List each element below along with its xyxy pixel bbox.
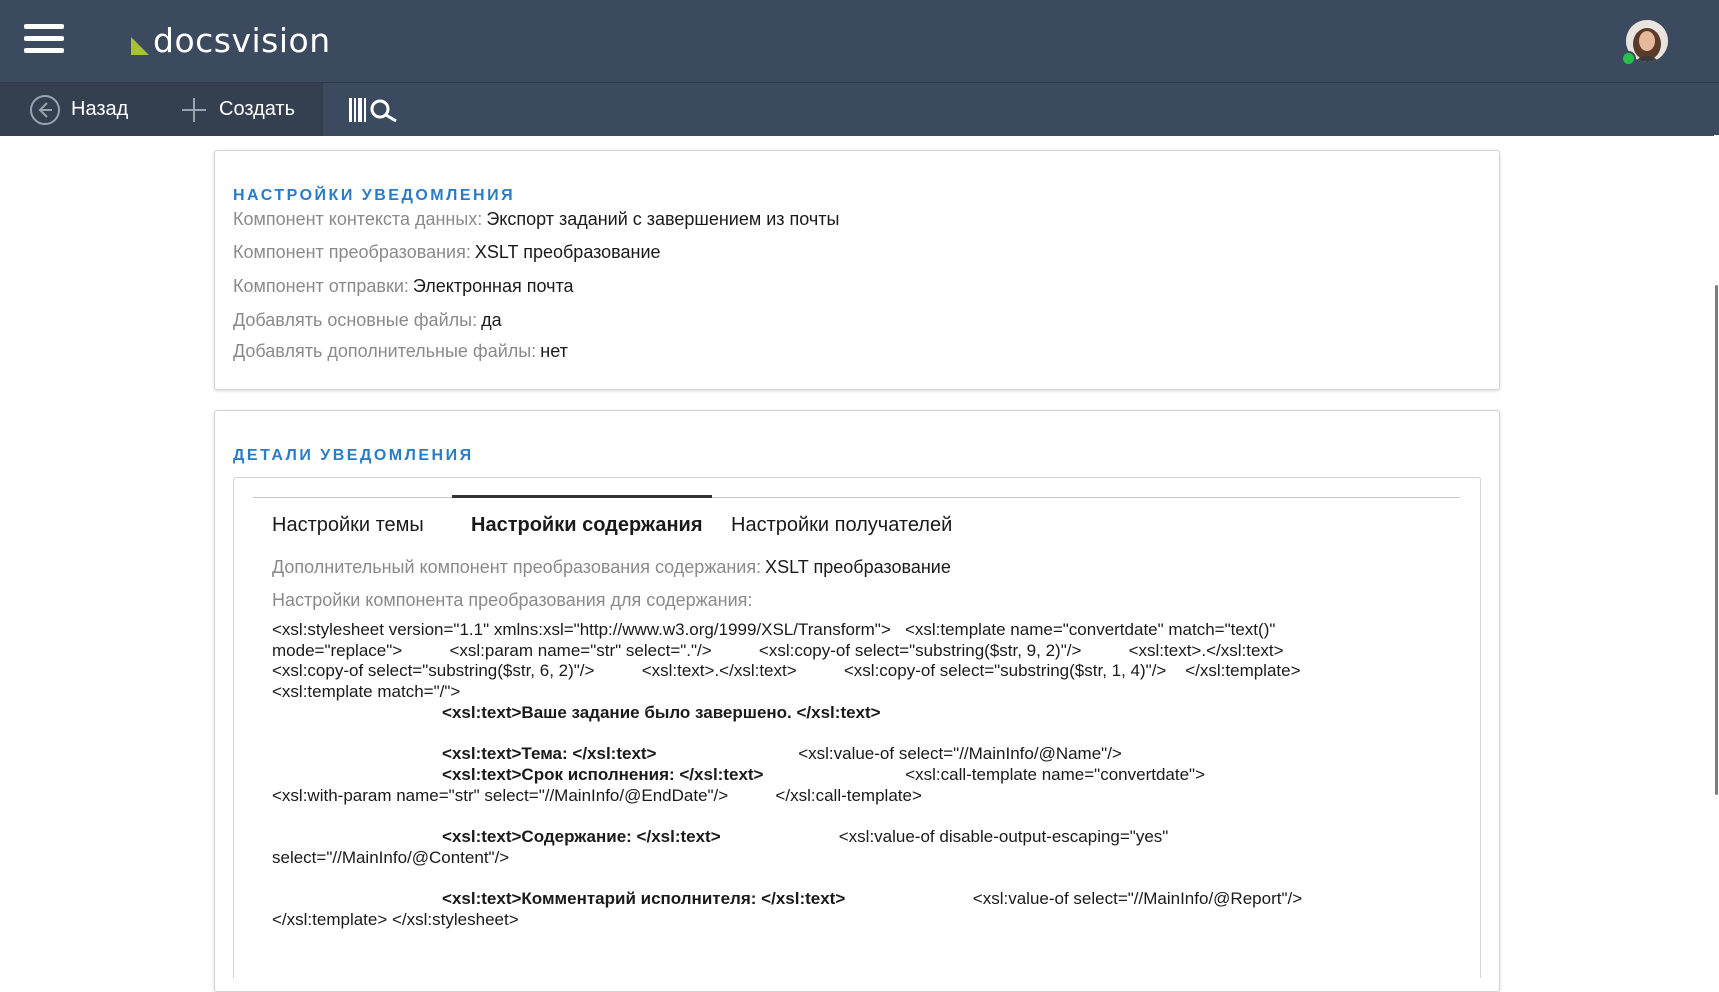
xsl-line: <xsl:stylesheet version="1.1" xmlns:xsl=…: [272, 619, 1422, 640]
field-value: Электронная почта: [412, 276, 574, 296]
xsl-text: </xsl:template> </xsl:stylesheet>: [272, 909, 519, 929]
create-button-label: Создать: [219, 98, 296, 120]
logo-text: docsvision: [153, 20, 331, 60]
xsl-text: <xsl:value-of select="//MainInfo/@Name"/…: [656, 744, 1122, 764]
field-label: Компонент отправки:: [233, 276, 409, 296]
xsl-text-bold: <xsl:text>Срок исполнения: </xsl:text>: [442, 764, 764, 784]
field-label: Дополнительный компонент преобразования …: [272, 557, 762, 577]
app-logo[interactable]: docsvision: [131, 18, 331, 62]
xsl-line: </xsl:template> </xsl:stylesheet>: [272, 909, 1422, 930]
xsl-line: mode="replace"> <xsl:param name="str" se…: [272, 640, 1422, 661]
tab-subject-settings[interactable]: Настройки темы: [272, 514, 424, 537]
xsl-line: select="//MainInfo/@Content"/>: [272, 847, 1422, 868]
xsl-line: <xsl:copy-of select="substring($str, 6, …: [272, 660, 1422, 681]
field-label: Добавлять дополнительные файлы:: [233, 341, 537, 361]
field-value: нет: [540, 341, 568, 361]
xsl-template-text: <xsl:stylesheet version="1.1" xmlns:xsl=…: [272, 619, 1422, 929]
xsl-text-bold: <xsl:text>Тема: </xsl:text>: [442, 744, 657, 764]
scrollbar-thumb[interactable]: [1715, 285, 1718, 795]
xsl-line: <xsl:text>Ваше задание было завершено. <…: [272, 702, 1422, 723]
xsl-line: <xsl:template match="/">: [272, 681, 1422, 702]
active-tab-indicator: [452, 495, 712, 498]
xsl-line: <xsl:text>Комментарий исполнителя: </xsl…: [272, 888, 1422, 909]
field-label: Компонент преобразования:: [233, 242, 471, 262]
xsl-text: <xsl:template match="/">: [272, 682, 461, 702]
xsl-text: select="//MainInfo/@Content"/>: [272, 847, 510, 867]
xsl-line: [272, 867, 1422, 888]
xsl-text-bold: <xsl:text>Ваше задание было завершено. <…: [442, 702, 881, 722]
xsl-text: <xsl:value-of select="//MainInfo/@Report…: [845, 888, 1303, 908]
barcode-search-button[interactable]: [348, 83, 410, 136]
field-extra-transform-component: Дополнительный компонент преобразования …: [272, 557, 951, 578]
create-button[interactable]: Создать: [179, 83, 295, 136]
field-label: Компонент контекста данных:: [233, 209, 483, 229]
back-button-label: Назад: [71, 98, 129, 120]
xsl-line: <xsl:with-param name="str" select="//Mai…: [272, 785, 1422, 806]
xsl-text: <xsl:value-of disable-output-escaping="y…: [720, 826, 1169, 846]
field-data-context: Компонент контекста данных: Экспорт задан…: [233, 209, 839, 230]
tab-content-settings[interactable]: Настройки содержания: [471, 514, 703, 537]
xsl-line: <xsl:text>Тема: </xsl:text> <xsl:value-o…: [272, 743, 1422, 764]
field-main-files: Добавлять основные файлы: да: [233, 310, 502, 331]
field-value: XSLT преобразование: [474, 242, 661, 262]
back-button[interactable]: Назад: [29, 83, 128, 136]
xsl-line: [272, 722, 1422, 743]
notification-settings-title: НАСТРОЙКИ УВЕДОМЛЕНИЯ: [233, 187, 516, 204]
xsl-text: [272, 765, 442, 784]
tabs-divider: [253, 497, 1460, 498]
xsl-text: [272, 889, 442, 908]
field-transform-settings: Настройки компонента преобразования для …: [272, 590, 752, 611]
xsl-line: <xsl:text>Срок исполнения: </xsl:text> <…: [272, 764, 1422, 785]
xsl-text: [272, 744, 442, 763]
tab-recipient-settings[interactable]: Настройки получателей: [731, 514, 952, 537]
field-value: XSLT преобразование: [765, 557, 951, 577]
xsl-text: [272, 827, 442, 846]
online-status-dot: [1621, 51, 1636, 66]
xsl-text: <xsl:with-param name="str" select="//Mai…: [272, 785, 922, 805]
hamburger-menu-icon[interactable]: [24, 24, 64, 54]
back-arrow-icon: [30, 94, 60, 125]
field-send: Компонент отправки: Электронная почта: [233, 276, 574, 297]
field-value: да: [481, 310, 502, 330]
xsl-text: <xsl:stylesheet version="1.1" xmlns:xsl=…: [272, 620, 1276, 639]
field-label: Настройки компонента преобразования для …: [272, 590, 753, 610]
barcode-search-icon: [349, 97, 397, 122]
xsl-text-bold: <xsl:text>Содержание: </xsl:text>: [442, 826, 721, 846]
logo-mark-icon: [131, 37, 149, 55]
xsl-text-bold: <xsl:text>Комментарий исполнителя: </xsl…: [442, 888, 846, 908]
field-transform: Компонент преобразования: XSLT преобразов…: [233, 242, 661, 263]
field-value: Экспорт заданий с завершением из почты: [486, 209, 840, 229]
app-header: docsvision: [0, 0, 1719, 82]
xsl-line: [272, 805, 1422, 826]
xsl-text: mode="replace"> <xsl:param name="str" se…: [272, 640, 1284, 660]
field-label: Добавлять основные файлы:: [233, 310, 478, 330]
xsl-line: <xsl:text>Содержание: </xsl:text> <xsl:v…: [272, 826, 1422, 847]
plus-icon: [182, 97, 206, 122]
toolbar: Назад Создать: [0, 82, 1719, 136]
xsl-text: [272, 703, 442, 722]
xsl-text: <xsl:copy-of select="substring($str, 6, …: [272, 661, 1301, 681]
notification-details-title: ДЕТАЛИ УВЕДОМЛЕНИЯ: [233, 447, 474, 464]
xsl-text: <xsl:call-template name="convertdate">: [763, 764, 1206, 784]
field-extra-files: Добавлять дополнительные файлы: нет: [233, 341, 568, 362]
